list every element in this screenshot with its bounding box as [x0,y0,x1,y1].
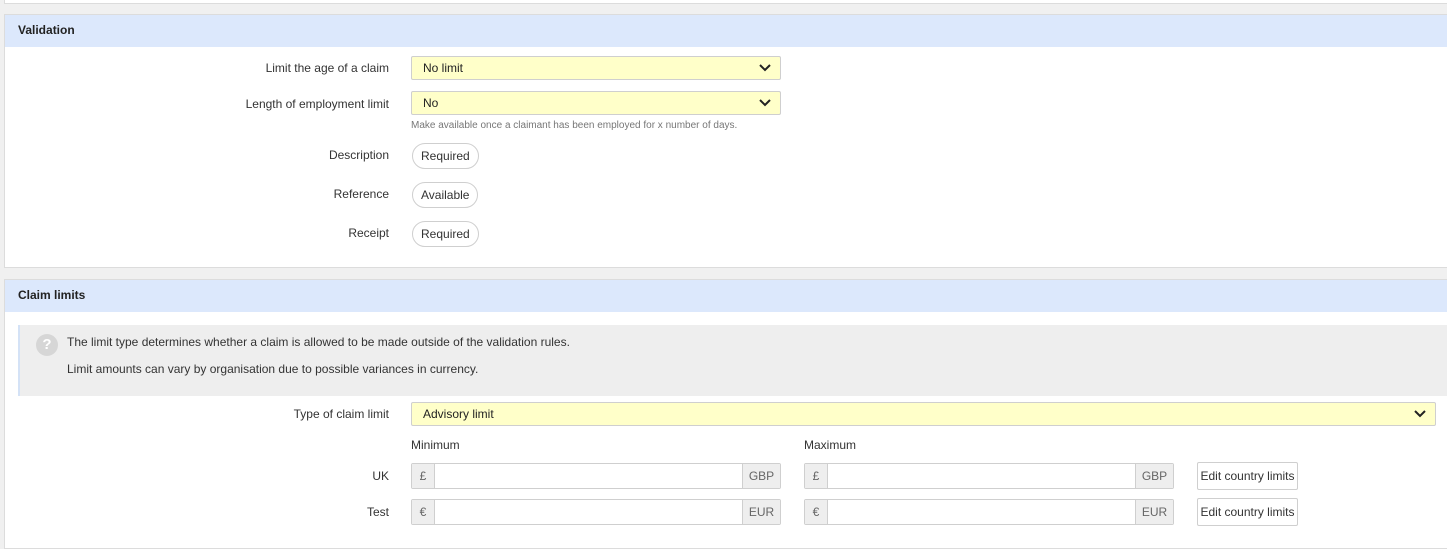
employment-limit-label: Length of employment limit [245,97,389,111]
validation-panel: Validation Limit the age of a claim No l… [4,14,1447,268]
currency-code: GBP [742,464,780,488]
test-maximum-field: € EUR [804,499,1174,525]
claim-limit-type-value: Advisory limit [423,407,494,421]
currency-symbol: £ [412,464,435,488]
employment-limit-value: No [423,96,439,110]
receipt-toggle[interactable]: Required [412,221,479,247]
chevron-down-icon [759,64,771,72]
chevron-down-icon [1414,410,1426,418]
uk-maximum-field: £ GBP [804,463,1174,489]
previous-panel-edge [4,0,1447,4]
claim-limits-panel: Claim limits ? The limit type determines… [4,279,1447,549]
uk-minimum-input[interactable] [435,464,742,488]
test-maximum-input[interactable] [828,500,1135,524]
receipt-label: Receipt [348,226,389,240]
currency-symbol: € [805,500,828,524]
reference-toggle[interactable]: Available [412,182,479,208]
validation-header: Validation [5,15,1447,47]
test-minimum-input[interactable] [435,500,742,524]
minimum-column-header: Minimum [411,438,460,452]
description-toggle[interactable]: Required [412,143,479,169]
edit-country-limits-button[interactable]: Edit country limits [1197,462,1298,490]
claim-limit-type-label: Type of claim limit [293,407,389,421]
currency-symbol: € [412,500,435,524]
question-icon: ? [36,334,58,356]
currency-code: EUR [1135,500,1173,524]
country-name: Test [366,505,389,519]
info-line: Limit amounts can vary by organisation d… [67,362,479,376]
claim-limits-header: Claim limits [5,280,1447,312]
currency-symbol: £ [805,464,828,488]
country-name: UK [372,469,389,483]
info-line: The limit type determines whether a clai… [67,335,570,349]
employment-limit-hint: Make available once a claimant has been … [411,120,738,131]
maximum-column-header: Maximum [804,438,857,452]
edit-country-limits-button[interactable]: Edit country limits [1197,498,1298,526]
currency-code: EUR [742,500,780,524]
claim-limit-type-select[interactable]: Advisory limit [411,402,1436,426]
uk-maximum-input[interactable] [828,464,1135,488]
employment-limit-select[interactable]: No [411,91,781,115]
currency-code: GBP [1135,464,1173,488]
test-minimum-field: € EUR [411,499,781,525]
reference-label: Reference [333,187,389,201]
uk-minimum-field: £ GBP [411,463,781,489]
chevron-down-icon [759,99,771,107]
description-label: Description [328,148,389,162]
info-box: ? The limit type determines whether a cl… [18,325,1447,396]
age-limit-label: Limit the age of a claim [265,61,389,75]
age-limit-value: No limit [423,61,464,75]
age-limit-select[interactable]: No limit [411,56,781,80]
